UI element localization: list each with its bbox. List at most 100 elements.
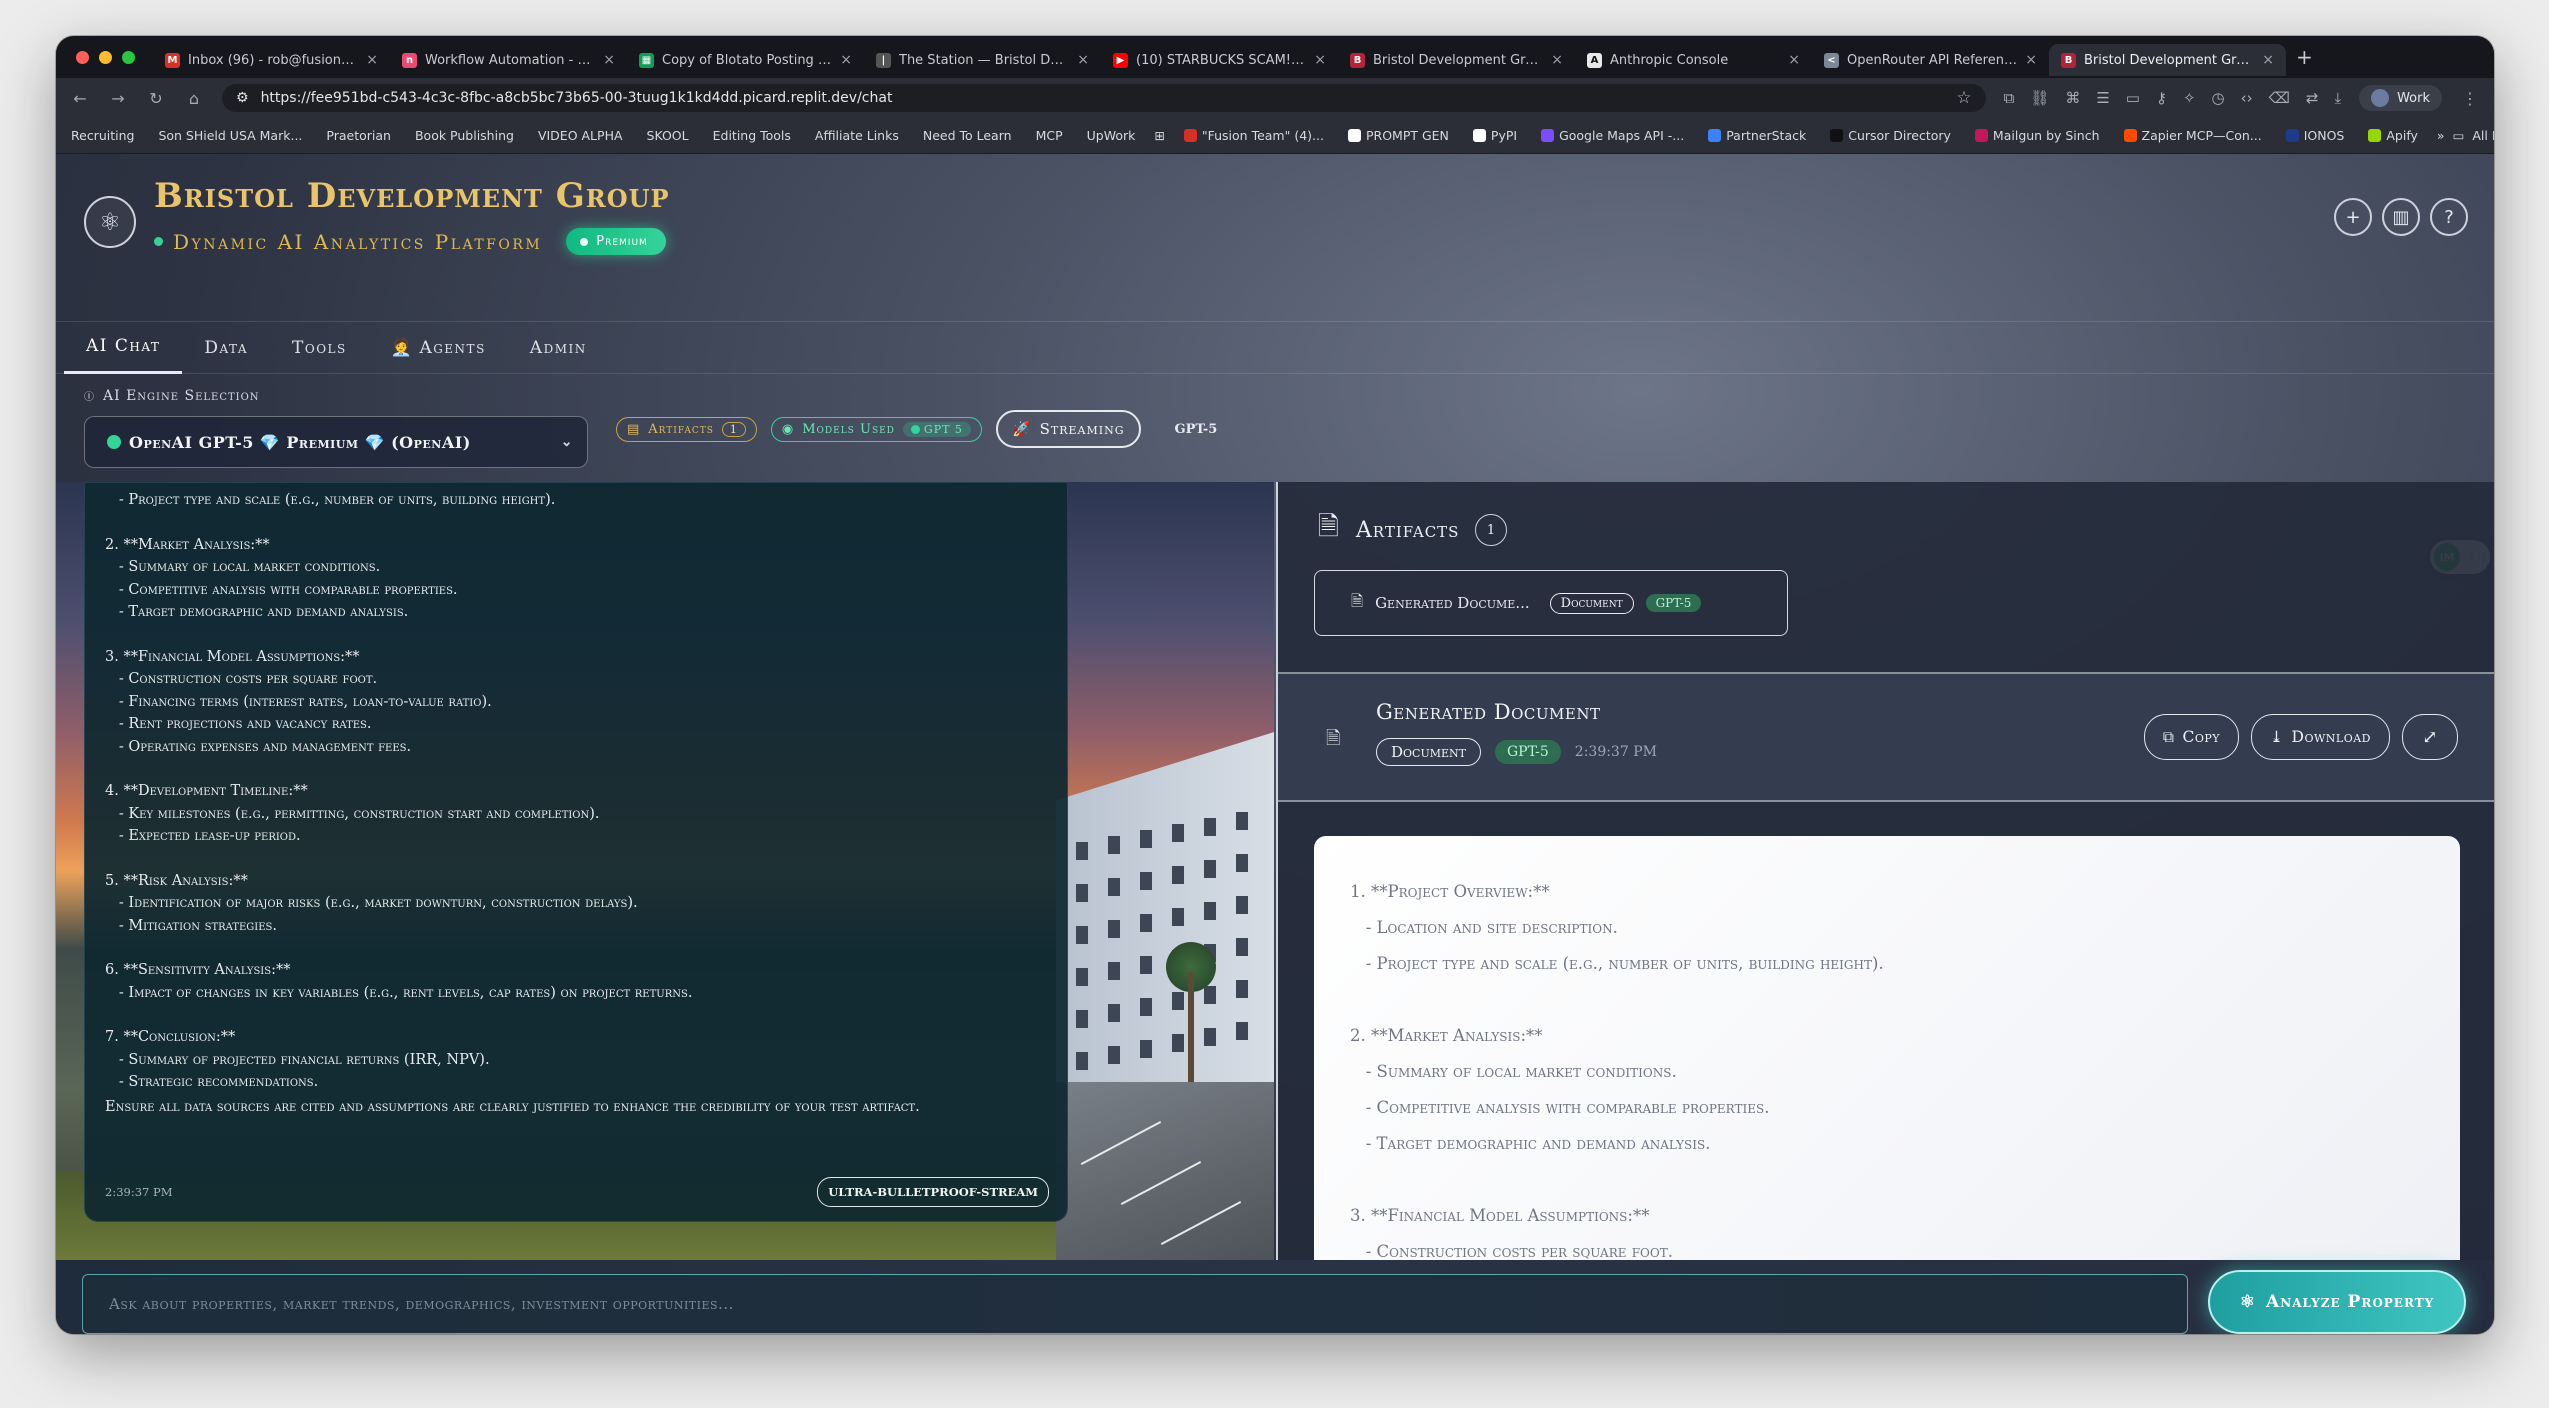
bookmark-item[interactable]: Book Publishing bbox=[410, 125, 519, 146]
artifacts-chip-label: Artifacts bbox=[648, 421, 714, 437]
add-icon[interactable]: + bbox=[2334, 198, 2372, 236]
translate-icon[interactable]: ⇄ bbox=[2306, 89, 2319, 107]
artifacts-chip-count: 1 bbox=[721, 421, 746, 437]
bookmark-star-icon[interactable]: ☆ bbox=[1956, 88, 1971, 108]
close-window-button[interactable] bbox=[76, 50, 89, 64]
tab-data[interactable]: Data bbox=[182, 322, 270, 374]
document-icon: 🗎 bbox=[1351, 591, 1364, 610]
tab-close-icon[interactable]: × bbox=[1551, 52, 1563, 68]
home-icon[interactable]: ⌂ bbox=[184, 89, 204, 108]
bookmark-item[interactable]: SKOOL bbox=[642, 125, 694, 146]
streaming-toggle[interactable]: 🚀 Streaming bbox=[995, 410, 1141, 448]
bookmark-item[interactable]: Recruiting bbox=[66, 125, 139, 146]
bookmark-item[interactable]: PROMPT GEN bbox=[1343, 125, 1454, 146]
link-icon[interactable]: ⛓ bbox=[2030, 89, 2049, 107]
bookmark-item[interactable]: Cursor Directory bbox=[1825, 125, 1956, 146]
tab-label: Workflow Automation - n8n bbox=[425, 52, 596, 68]
download-button[interactable]: ⤓ Download bbox=[2251, 714, 2390, 760]
url-bar[interactable]: ⚙ https://fee951bd-c543-4c3c-8fbc-a8cb5b… bbox=[222, 84, 1986, 112]
extension-icon[interactable]: ▭ bbox=[2126, 89, 2140, 107]
back-icon[interactable]: ← bbox=[70, 89, 90, 108]
browser-tab[interactable]: ▦ Copy of Blotato Posting (N8N... × bbox=[627, 44, 864, 76]
minimize-window-button[interactable] bbox=[99, 50, 112, 64]
key-icon[interactable]: ⚷ bbox=[2156, 89, 2167, 107]
chevron-right-icon[interactable]: » bbox=[2437, 128, 2445, 143]
bookmark-item[interactable]: "Fusion Team" (4)... bbox=[1179, 125, 1329, 146]
browser-tab[interactable]: ▶ (10) STARBUCKS SCAM! Dari... × bbox=[1101, 44, 1338, 76]
query-input[interactable] bbox=[109, 1295, 2187, 1313]
tab-close-icon[interactable]: × bbox=[366, 52, 378, 68]
browser-tab[interactable]: n Workflow Automation - n8n × bbox=[390, 44, 627, 76]
bookmark-item[interactable]: Mailgun by Sinch bbox=[1970, 125, 2105, 146]
all-bookmarks-button[interactable]: » ▭ All Bookmarks bbox=[2437, 128, 2494, 143]
message-line: - Competitive analysis with comparable p… bbox=[105, 581, 458, 598]
tab-close-icon[interactable]: × bbox=[1077, 52, 1089, 68]
bookmark-item[interactable]: Son SHield USA Mark... bbox=[153, 125, 307, 146]
apps-grid-icon[interactable]: ⊞ bbox=[1154, 128, 1164, 143]
browser-tab[interactable]: B Bristol Development Group - ... × bbox=[1338, 44, 1575, 76]
tab-close-icon[interactable]: × bbox=[2262, 52, 2274, 68]
expand-button[interactable]: ⤢ bbox=[2402, 714, 2458, 760]
code-icon[interactable]: ‹› bbox=[2241, 89, 2253, 107]
bookmark-item[interactable]: Zapier MCP—Con... bbox=[2119, 125, 2267, 146]
extension-icon[interactable]: ☰ bbox=[2096, 89, 2109, 107]
bookmark-item[interactable]: PyPI bbox=[1468, 125, 1522, 146]
models-used-chip[interactable]: ◉ Models Used GPT 5 bbox=[770, 416, 982, 442]
bookmark-item[interactable]: Google Maps API -... bbox=[1536, 125, 1689, 146]
bookmark-item[interactable]: Need To Learn bbox=[918, 125, 1017, 146]
message-line: - Construction costs per square foot. bbox=[105, 671, 378, 687]
tab-close-icon[interactable]: × bbox=[2025, 52, 2037, 68]
extension-icon[interactable]: ⌘ bbox=[2065, 89, 2080, 107]
chart-icon[interactable]: ▥ bbox=[2382, 198, 2420, 236]
trash-icon[interactable]: ⌫ bbox=[2269, 89, 2290, 107]
tab-close-icon[interactable]: × bbox=[1314, 52, 1326, 68]
analyze-property-button[interactable]: ⚛ Analyze Property bbox=[2208, 1270, 2466, 1334]
download-icon[interactable]: ⤓ bbox=[2334, 89, 2341, 107]
tab-admin[interactable]: Admin bbox=[508, 322, 609, 374]
tab-close-icon[interactable]: × bbox=[603, 52, 615, 68]
bookmark-item[interactable]: UpWork bbox=[1082, 125, 1141, 146]
artifact-list-item[interactable]: 🗎 Generated Docume... Document GPT-5 bbox=[1314, 570, 1788, 636]
bookmark-item[interactable]: Apify bbox=[2363, 125, 2423, 146]
browser-tab[interactable]: M Inbox (96) - rob@fusiondata... × bbox=[153, 44, 390, 76]
more-menu-icon[interactable]: ⋮ bbox=[2460, 89, 2480, 108]
bookmark-label: Affiliate Links bbox=[814, 128, 899, 143]
message-line: 2. **Market Analysis:** bbox=[105, 536, 270, 553]
profile-button[interactable]: Work bbox=[2359, 85, 2442, 111]
history-icon[interactable]: ◷ bbox=[2212, 89, 2225, 107]
bookmark-item[interactable]: VIDEO ALPHA bbox=[533, 125, 628, 146]
tab-agents[interactable]: 🧑‍💼 Agents bbox=[369, 322, 508, 374]
bookmark-item[interactable]: MCP bbox=[1031, 125, 1068, 146]
browser-tab[interactable]: | The Station — Bristol Develop... × bbox=[864, 44, 1101, 76]
tab-ai-chat[interactable]: AI Chat bbox=[64, 322, 183, 374]
browser-tab[interactable]: B Bristol Development Group - ... × bbox=[2049, 44, 2286, 76]
site-info-icon[interactable]: ⚙ bbox=[236, 90, 249, 106]
bookmark-item[interactable]: PartnerStack bbox=[1703, 125, 1811, 146]
engine-select[interactable]: OpenAI GPT-5 💎 Premium 💎 (OpenAI) ⌄ bbox=[84, 416, 588, 468]
reload-icon[interactable]: ↻ bbox=[146, 89, 166, 108]
extension-icon[interactable]: ✧ bbox=[2183, 89, 2196, 107]
help-icon[interactable]: ? bbox=[2430, 198, 2468, 236]
forward-icon[interactable]: → bbox=[108, 89, 128, 108]
maximize-window-button[interactable] bbox=[122, 50, 135, 64]
tab-close-icon[interactable]: × bbox=[1788, 52, 1800, 68]
model-tag: GPT-5 bbox=[1174, 421, 1218, 437]
document-icon: ▤ bbox=[627, 421, 641, 437]
bookmark-item[interactable]: IONOS bbox=[2281, 125, 2350, 146]
new-tab-icon[interactable]: + bbox=[2296, 45, 2313, 69]
artifacts-chip[interactable]: ▤ Artifacts 1 bbox=[616, 416, 757, 442]
bookmark-item[interactable]: Editing Tools bbox=[708, 125, 796, 146]
extension-icon[interactable]: ⧉ bbox=[2004, 89, 2015, 107]
document-line: - Competitive analysis with comparable p… bbox=[1350, 1098, 1770, 1117]
page-title: Bristol Development Group bbox=[154, 176, 670, 216]
browser-tab[interactable]: A Anthropic Console × bbox=[1575, 44, 1812, 76]
bookmark-item[interactable]: Affiliate Links bbox=[810, 125, 904, 146]
copy-button[interactable]: ⧉ Copy bbox=[2143, 714, 2240, 760]
browser-tab[interactable]: < OpenRouter API Reference | C... × bbox=[1812, 44, 2049, 76]
tab-favicon-icon: B bbox=[2061, 52, 2076, 68]
tab-tools[interactable]: Tools bbox=[270, 322, 369, 374]
tab-close-icon[interactable]: × bbox=[840, 52, 852, 68]
bookmark-item[interactable]: Praetorian bbox=[321, 125, 396, 146]
